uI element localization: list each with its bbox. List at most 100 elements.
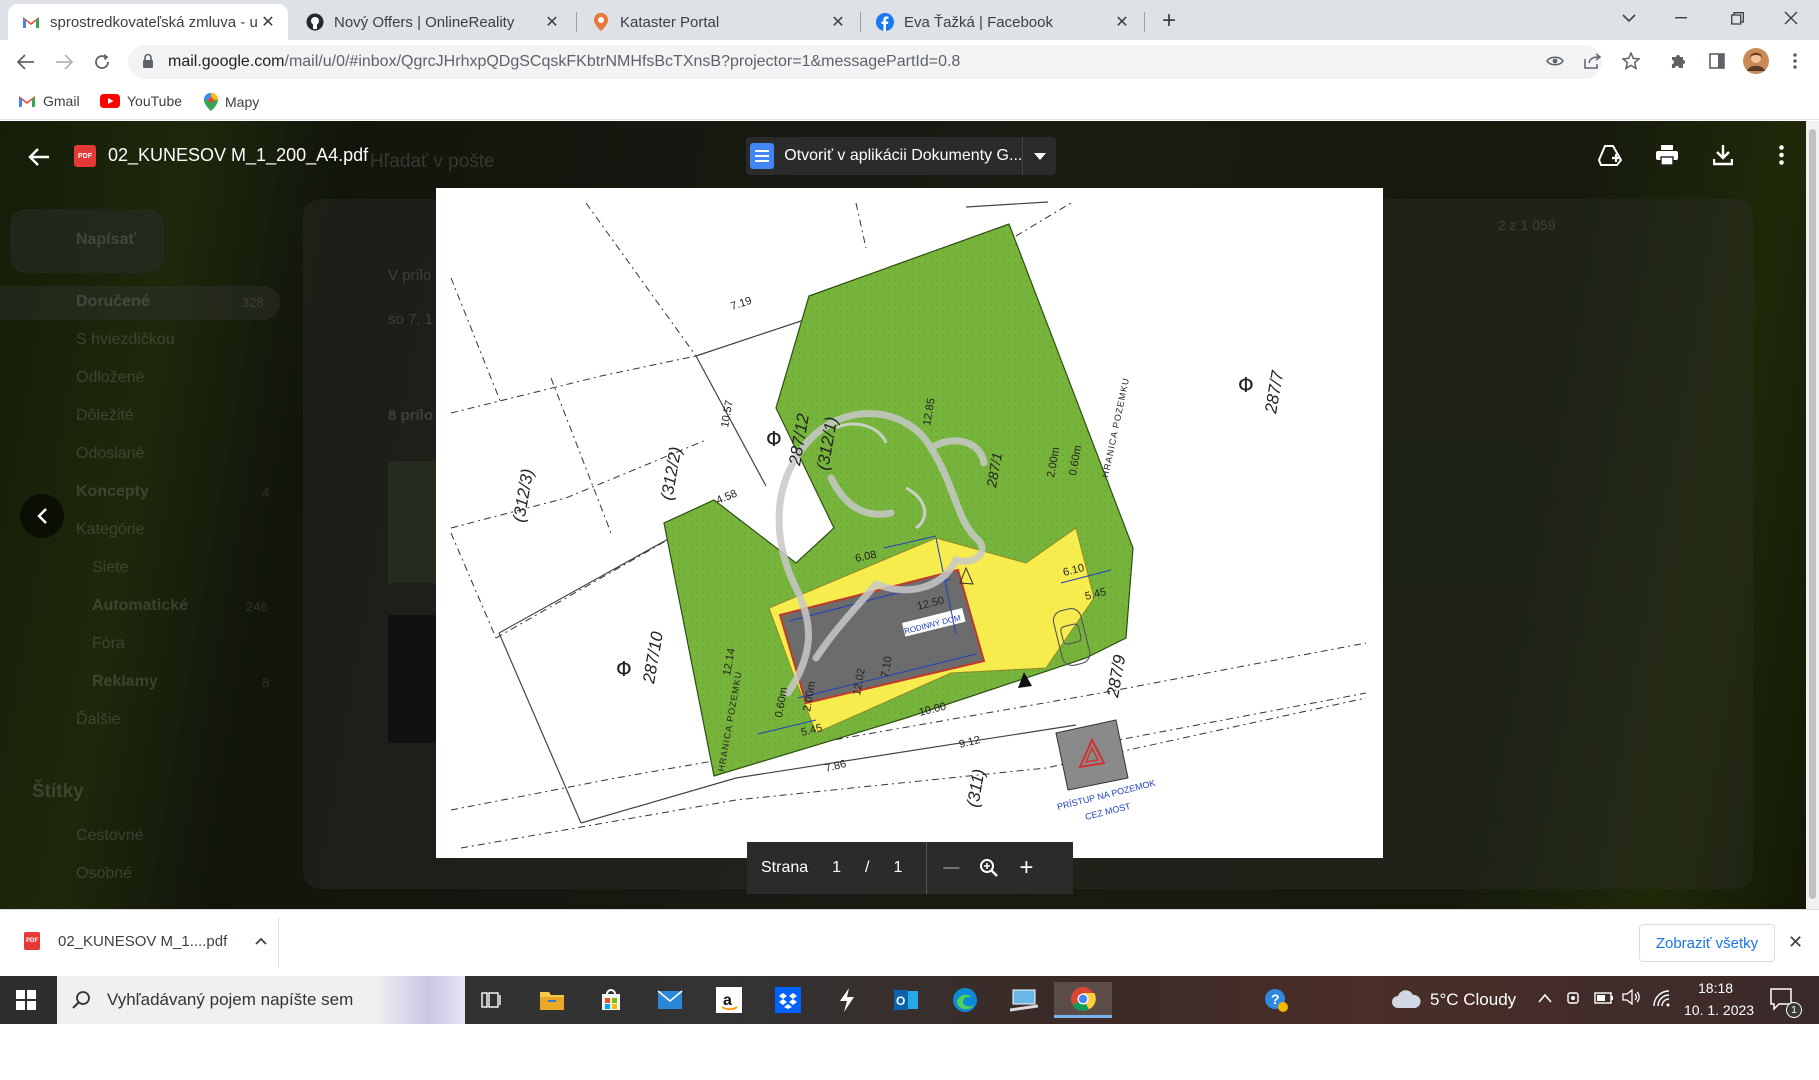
- kataster-icon: [592, 13, 610, 31]
- reload-icon[interactable]: [88, 48, 116, 76]
- tab-onlinereality[interactable]: Nový Offers | OnlineReality ✕: [292, 4, 572, 40]
- page-separator: /: [865, 859, 870, 876]
- lock-icon[interactable]: [142, 53, 154, 74]
- parcel-label: 287/9: [1103, 653, 1129, 700]
- zoom-out-button[interactable]: —: [943, 859, 959, 877]
- close-icon[interactable]: ✕: [1788, 932, 1803, 953]
- dropbox-icon[interactable]: [762, 982, 814, 1018]
- microsoft-store-icon[interactable]: [585, 982, 637, 1018]
- eye-icon[interactable]: [1542, 48, 1568, 74]
- tab-title: Kataster Portal: [620, 13, 720, 31]
- profile-avatar[interactable]: [1742, 47, 1770, 75]
- close-icon[interactable]: ✕: [258, 12, 278, 32]
- boundary-label: HRANICA POZEMKU: [1100, 377, 1131, 479]
- tab-separator: [1144, 12, 1145, 32]
- bookmark-star-icon[interactable]: [1618, 48, 1644, 74]
- meet-camera-icon[interactable]: [1566, 990, 1582, 1011]
- taskbar-search-box[interactable]: Vyhľadávaný pojem napíšte sem: [57, 976, 465, 1024]
- previous-attachment-button[interactable]: [20, 494, 64, 538]
- open-with-dropdown-icon[interactable]: [1022, 137, 1056, 175]
- pdf-file-icon: PDF: [74, 145, 96, 167]
- clock-date[interactable]: 10. 1. 2023: [1684, 1002, 1754, 1018]
- scrollbar-thumb[interactable]: [1809, 129, 1816, 899]
- dimension-label: 7.19: [729, 295, 753, 313]
- window-close-icon[interactable]: [1766, 0, 1816, 36]
- weather-cloud-icon[interactable]: [1390, 988, 1422, 1015]
- download-item[interactable]: PDF 02_KUNESOV M_1....pdf: [24, 932, 267, 950]
- side-panel-icon[interactable]: [1704, 48, 1730, 74]
- bookmark-gmail[interactable]: Gmail: [18, 93, 80, 109]
- edge-icon[interactable]: [939, 982, 991, 1018]
- tab-search-icon[interactable]: [1604, 0, 1654, 36]
- page-scrollbar[interactable]: [1806, 121, 1819, 909]
- restore-icon[interactable]: [1712, 0, 1762, 36]
- url-text: mail.google.com/mail/u/0/#inbox/QgrcJHrh…: [168, 53, 961, 70]
- pdf-page: RODINNÝ DOM (312/3) (312/2) 287/12 (312/…: [436, 188, 1383, 858]
- kebab-menu-icon[interactable]: [1782, 48, 1808, 74]
- forward-icon[interactable]: [50, 48, 78, 76]
- chrome-icon[interactable]: [1054, 982, 1112, 1018]
- site-plan-drawing: RODINNÝ DOM (312/3) (312/2) 287/12 (312/…: [450, 201, 1367, 849]
- bookmark-youtube[interactable]: YouTube: [100, 93, 182, 109]
- new-tab-button[interactable]: +: [1154, 6, 1184, 36]
- notification-badge: 1: [1786, 1002, 1802, 1018]
- screen-bottom-area: [0, 1024, 1819, 1080]
- more-options-icon[interactable]: [1766, 140, 1796, 170]
- page-current[interactable]: 1: [832, 859, 841, 877]
- tab-kataster[interactable]: Kataster Portal ✕: [578, 4, 858, 40]
- extensions-puzzle-icon[interactable]: [1666, 48, 1692, 74]
- back-arrow-icon[interactable]: [24, 142, 54, 172]
- add-to-drive-icon[interactable]: [1596, 140, 1626, 170]
- volume-icon[interactable]: [1622, 988, 1642, 1010]
- share-icon[interactable]: [1580, 48, 1606, 74]
- svg-text:O: O: [896, 994, 905, 1008]
- close-icon[interactable]: ✕: [1112, 12, 1132, 32]
- youtube-icon: [100, 94, 120, 108]
- address-bar[interactable]: mail.google.com/mail/u/0/#inbox/QgrcJHrh…: [128, 45, 1602, 79]
- google-docs-icon: [750, 143, 775, 169]
- zoom-in-button[interactable]: +: [1019, 854, 1033, 882]
- outlook-icon[interactable]: O: [880, 982, 932, 1018]
- shelf-divider: [278, 918, 279, 968]
- tab-separator: [860, 12, 861, 32]
- tab-strip: sprostredkovateľská zmluva - ulb ✕ Nový …: [0, 0, 1819, 40]
- zoom-icon[interactable]: [979, 858, 999, 878]
- parcel-symbol: Φ: [616, 657, 632, 681]
- bookmark-mapy[interactable]: Mapy: [204, 93, 259, 111]
- network-pc-icon[interactable]: [998, 982, 1050, 1018]
- clock-time[interactable]: 18:18: [1698, 980, 1733, 996]
- tab-facebook[interactable]: Eva Ťažká | Facebook ✕: [862, 4, 1142, 40]
- help-icon[interactable]: ?: [1250, 982, 1302, 1018]
- chevron-up-icon[interactable]: [255, 937, 267, 945]
- print-icon[interactable]: [1652, 140, 1682, 170]
- windows-start-icon[interactable]: [16, 990, 36, 1015]
- close-icon[interactable]: ✕: [828, 12, 848, 32]
- chevron-up-icon[interactable]: [1538, 990, 1552, 1008]
- svg-text:?: ?: [1271, 991, 1280, 1007]
- tab-title: sprostredkovateľská zmluva - ulb: [50, 13, 258, 31]
- show-all-downloads-button[interactable]: Zobraziť všetky: [1639, 924, 1775, 962]
- parcel-label: (311): [963, 768, 988, 809]
- back-icon[interactable]: [12, 48, 40, 76]
- file-explorer-icon[interactable]: [526, 982, 578, 1018]
- search-icon: [71, 990, 91, 1010]
- amazon-icon[interactable]: a: [703, 982, 755, 1018]
- open-with-docs-button[interactable]: Otvoriť v aplikácii Dokumenty G...: [746, 137, 1056, 175]
- weather-text[interactable]: 5°C Cloudy: [1430, 990, 1516, 1010]
- tab-title: Eva Ťažká | Facebook: [904, 13, 1053, 31]
- page-total: 1: [893, 859, 903, 876]
- wifi-icon[interactable]: [1652, 989, 1670, 1012]
- minimize-icon[interactable]: [1656, 0, 1706, 36]
- facebook-icon: [876, 13, 894, 31]
- downloads-shelf: PDF 02_KUNESOV M_1....pdf Zobraziť všetk…: [0, 909, 1819, 976]
- task-view-icon[interactable]: [466, 982, 518, 1018]
- pdf-file-icon: PDF: [24, 932, 40, 950]
- winamp-bolt-icon[interactable]: [821, 982, 873, 1018]
- browser-toolbar: mail.google.com/mail/u/0/#inbox/QgrcJHrh…: [0, 40, 1819, 84]
- battery-icon[interactable]: [1594, 991, 1614, 1009]
- mail-icon[interactable]: [644, 982, 696, 1018]
- close-icon[interactable]: ✕: [542, 12, 562, 32]
- tab-gmail[interactable]: sprostredkovateľská zmluva - ulb ✕: [8, 4, 288, 40]
- download-icon[interactable]: [1708, 140, 1738, 170]
- taskbar-search-placeholder: Vyhľadávaný pojem napíšte sem: [107, 990, 354, 1009]
